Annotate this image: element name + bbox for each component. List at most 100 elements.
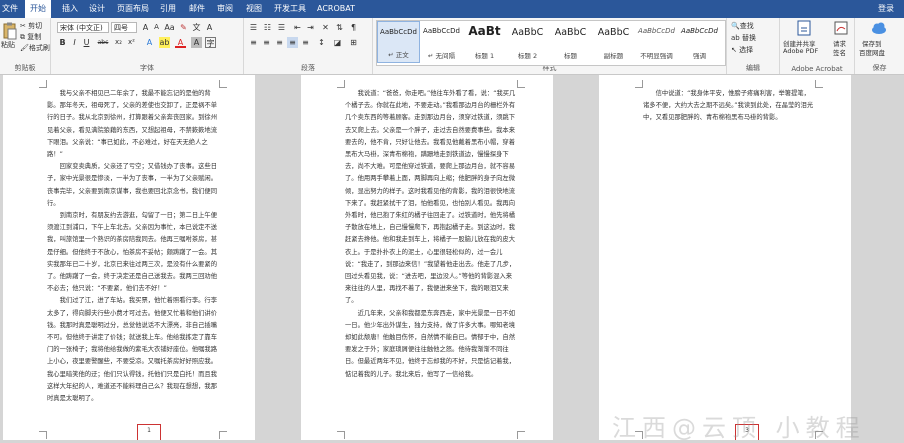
- tab-layout[interactable]: 页面布局: [117, 0, 149, 18]
- select-label: 选择: [739, 46, 754, 54]
- shrink-font-icon[interactable]: A: [151, 22, 162, 33]
- italic-button[interactable]: I: [69, 37, 80, 48]
- page-1-text[interactable]: 我与父亲不相见已二年余了，我最不能忘记的是他的背影。那年冬天，祖母死了，父亲的差…: [47, 88, 219, 405]
- subscript-button[interactable]: x₂: [113, 37, 124, 48]
- ribbon-tab-strip: 文件 开始 插入 设计 页面布局 引用 邮件 审阅 视图 开发工具 ACROBA…: [0, 0, 904, 18]
- phonetic-guide-icon[interactable]: 文: [191, 22, 202, 33]
- tab-view[interactable]: 视图: [246, 0, 262, 18]
- shading-icon[interactable]: ◪: [332, 37, 343, 48]
- increase-indent-icon[interactable]: ⇥: [305, 22, 316, 33]
- style-sample: AaBbC: [597, 27, 630, 38]
- bullets-icon[interactable]: ☰: [248, 22, 259, 33]
- highlight-icon[interactable]: ab: [159, 37, 170, 48]
- decrease-indent-icon[interactable]: ⇤: [292, 22, 303, 33]
- justify-icon[interactable]: ≡: [287, 37, 298, 48]
- style-heading-1[interactable]: AaBt 标题 1: [463, 21, 506, 63]
- replace-button[interactable]: ab 替换: [731, 33, 756, 43]
- page-1[interactable]: 我与父亲不相见已二年余了，我最不能忘记的是他的背影。那年冬天，祖母死了，父亲的差…: [3, 75, 255, 440]
- select-button[interactable]: ↖ 选择: [731, 45, 753, 55]
- char-shading-icon[interactable]: A: [191, 37, 202, 48]
- underline-button[interactable]: U: [81, 37, 92, 48]
- margin-marker: [337, 80, 345, 88]
- clear-format-icon[interactable]: ✎: [178, 22, 189, 33]
- superscript-button[interactable]: x²: [126, 37, 137, 48]
- margin-marker: [219, 431, 227, 439]
- char-border-icon[interactable]: A: [204, 22, 215, 33]
- page-2[interactable]: 我说道：“爸爸，你走吧。”他往车外看了看，说：“我买几个橘子去。你就在此地，不要…: [301, 75, 553, 440]
- save-group: 保存到 百度网盘 保存: [855, 18, 904, 74]
- align-left-icon[interactable]: ≡: [248, 37, 259, 48]
- style-sample: AaBbCcDd: [638, 27, 675, 35]
- login-link[interactable]: 登录: [878, 0, 894, 18]
- paste-button[interactable]: 粘贴: [1, 22, 17, 49]
- create-share-pdf-button[interactable]: 创建并共享 Adobe PDF: [783, 20, 825, 62]
- borders-icon[interactable]: ⊞: [348, 37, 359, 48]
- tab-developer[interactable]: 开发工具: [274, 0, 306, 18]
- page-3[interactable]: 信中说道：“我身体平安，惟膀子疼痛利害，举箸提笔，诸多不便，大约大去之期不远矣。…: [599, 75, 851, 440]
- cut-button[interactable]: ✂ 剪切: [20, 21, 42, 31]
- enclose-char-icon[interactable]: 字: [205, 37, 216, 48]
- editing-group: 🔍查找 ab 替换 ↖ 选择 编辑: [727, 18, 780, 74]
- grow-font-icon[interactable]: A: [140, 22, 151, 33]
- font-size-dropdown[interactable]: 四号: [111, 22, 137, 33]
- style-name: 标题 2: [517, 52, 538, 60]
- tab-review[interactable]: 审阅: [217, 0, 233, 18]
- align-center-icon[interactable]: ≡: [261, 37, 272, 48]
- save-line2: 百度网盘: [859, 49, 885, 57]
- style-name: ↵ 无间隔: [427, 52, 455, 60]
- show-marks-icon[interactable]: ¶: [348, 22, 359, 33]
- adobe-pdf-label: Adobe PDF: [783, 47, 819, 55]
- numbering-icon[interactable]: ☷: [262, 22, 273, 33]
- paragraph: 近几年来，父亲和我都是东奔西走，家中光景是一日不如一日。他少年出外谋生，独力支持…: [345, 309, 516, 378]
- line-spacing-icon[interactable]: ↕: [316, 37, 327, 48]
- find-label: 查找: [739, 22, 754, 30]
- tab-home[interactable]: 开始: [25, 0, 51, 18]
- tab-file[interactable]: 文件: [2, 0, 18, 18]
- style-title[interactable]: AaBbC 标题: [549, 21, 592, 63]
- format-painter-button[interactable]: 🖌格式刷: [20, 43, 50, 53]
- chinese-layout-icon[interactable]: ✕: [320, 22, 331, 33]
- page-3-text[interactable]: 信中说道：“我身体平安，惟膀子疼痛利害，举箸提笔，诸多不便，大约大去之期不远矣。…: [643, 88, 815, 125]
- style-sample: AaBbC: [511, 27, 544, 38]
- multilevel-list-icon[interactable]: ☰: [276, 22, 287, 33]
- page-2-text[interactable]: 我说道：“爸爸，你走吧。”他往车外看了看，说：“我买几个橘子去。你就在此地，不要…: [345, 88, 517, 381]
- style-emphasis[interactable]: AaBbCcDd 强调: [678, 21, 721, 63]
- align-right-icon[interactable]: ≡: [274, 37, 285, 48]
- paste-label: 粘贴: [1, 41, 15, 49]
- text-effects-icon[interactable]: A: [144, 37, 155, 48]
- margin-marker: [337, 431, 345, 439]
- tab-references[interactable]: 引用: [160, 0, 176, 18]
- style-subtitle[interactable]: AaBbC 副标题: [592, 21, 635, 63]
- tab-insert[interactable]: 插入: [62, 0, 78, 18]
- style-normal[interactable]: AaBbCcDd ↵ 正文: [377, 21, 420, 63]
- tab-mailings[interactable]: 邮件: [189, 0, 205, 18]
- font-color-icon[interactable]: A: [175, 37, 186, 48]
- style-sample: AaBbCcDd: [681, 27, 718, 35]
- document-area[interactable]: 我与父亲不相见已二年余了，我最不能忘记的是他的背影。那年冬天，祖母死了，父亲的差…: [0, 75, 904, 442]
- save-group-label: 保存: [872, 64, 887, 72]
- tab-design[interactable]: 设计: [89, 0, 105, 18]
- request-sign-button[interactable]: 请求 签名: [830, 20, 852, 62]
- copy-button[interactable]: ⧉ 复制: [20, 32, 41, 42]
- style-heading-2[interactable]: AaBbC 标题 2: [506, 21, 549, 63]
- margin-marker: [815, 80, 823, 88]
- style-sample: AaBbCcDd: [423, 27, 460, 35]
- margin-marker: [517, 80, 525, 88]
- change-case-icon[interactable]: Aa: [164, 22, 175, 33]
- distribute-icon[interactable]: ≡: [300, 37, 311, 48]
- strikethrough-button[interactable]: abc: [95, 37, 111, 48]
- styles-gallery: AaBbCcDd ↵ 正文 AaBbCcDd ↵ 无间隔 AaBt 标题 1 A…: [376, 20, 726, 66]
- find-button[interactable]: 🔍查找: [731, 21, 754, 31]
- style-subtle-emphasis[interactable]: AaBbCcDd 不明显强调: [635, 21, 678, 63]
- sort-icon[interactable]: ⇅: [334, 22, 345, 33]
- ribbon: 粘贴 ✂ 剪切 ⧉ 复制 🖌格式刷 剪贴板 宋体 (中文正) 四号 A A Aa…: [0, 18, 904, 75]
- style-sample: AaBbC: [554, 27, 587, 38]
- tab-acrobat[interactable]: ACROBAT: [317, 0, 355, 18]
- style-name: 副标题: [603, 52, 624, 60]
- bold-button[interactable]: B: [57, 37, 68, 48]
- search-icon: 🔍: [731, 22, 740, 30]
- save-to-baidu-button[interactable]: 保存到 百度网盘: [857, 20, 901, 62]
- font-name-dropdown[interactable]: 宋体 (中文正): [57, 22, 109, 33]
- paragraph: 回家变卖典质，父亲还了亏空；又借钱办了丧事。这些日子，家中光景很是惨淡，一半为了…: [47, 163, 218, 207]
- style-no-spacing[interactable]: AaBbCcDd ↵ 无间隔: [420, 21, 463, 63]
